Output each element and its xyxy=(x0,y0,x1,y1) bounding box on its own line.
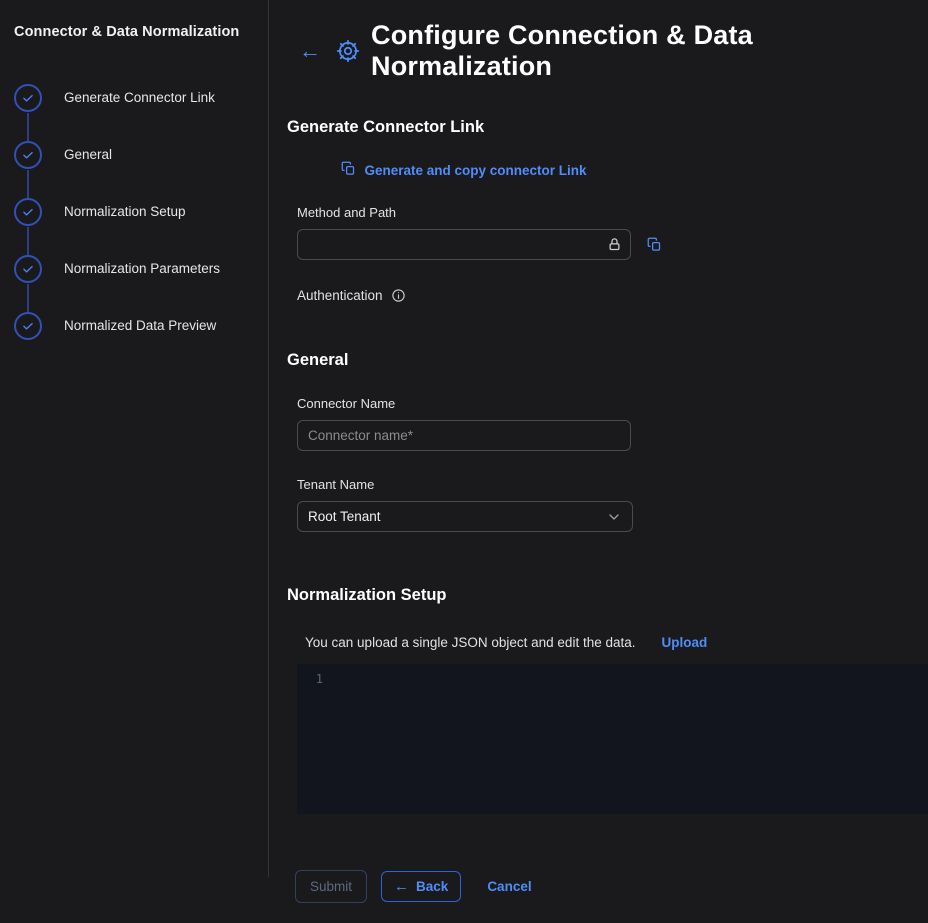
app-root: Connector & Data Normalization Generate … xyxy=(0,0,928,877)
chevron-down-icon xyxy=(606,509,622,525)
upload-link[interactable]: Upload xyxy=(662,635,708,650)
step-label: Generate Connector Link xyxy=(64,84,215,112)
stepper-step-generate-connector-link[interactable]: Generate Connector Link xyxy=(14,84,254,141)
copy-icon xyxy=(341,161,356,179)
tenant-name-select[interactable]: Root Tenant xyxy=(297,501,633,532)
page-header: ← Configure Connection & Data Normalizat… xyxy=(295,20,928,82)
back-arrow-button[interactable]: ← xyxy=(295,38,325,64)
json-editor[interactable]: 1 xyxy=(297,664,928,814)
editor-line-number: 1 xyxy=(297,664,333,814)
step-check-icon xyxy=(14,198,42,226)
stepper-step-normalization-setup[interactable]: Normalization Setup xyxy=(14,198,254,255)
method-and-path-input[interactable] xyxy=(297,229,631,260)
step-label: Normalization Setup xyxy=(64,198,186,226)
method-and-path-label: Method and Path xyxy=(297,205,928,220)
back-button[interactable]: ← Back xyxy=(381,871,461,902)
sidebar-title: Connector & Data Normalization xyxy=(14,24,254,40)
stepper: Generate Connector Link General Normaliz… xyxy=(14,84,254,340)
step-check-icon xyxy=(14,255,42,283)
editor-content[interactable] xyxy=(333,664,928,814)
step-label: General xyxy=(64,141,112,169)
authentication-label: Authentication xyxy=(297,288,383,303)
sidebar: Connector & Data Normalization Generate … xyxy=(0,0,269,877)
tenant-name-label: Tenant Name xyxy=(297,477,928,492)
stepper-step-normalized-data-preview[interactable]: Normalized Data Preview xyxy=(14,312,254,340)
step-label: Normalization Parameters xyxy=(64,255,220,283)
lock-icon xyxy=(607,237,622,252)
upload-hint-text: You can upload a single JSON object and … xyxy=(305,635,636,650)
upload-hint-row: You can upload a single JSON object and … xyxy=(305,635,928,650)
generate-section-title: Generate Connector Link xyxy=(287,118,928,137)
tenant-name-value: Root Tenant xyxy=(308,509,381,524)
step-check-icon xyxy=(14,141,42,169)
connector-name-input[interactable] xyxy=(297,420,631,451)
step-check-icon xyxy=(14,312,42,340)
connector-name-input-wrap xyxy=(297,420,631,451)
step-connector-line xyxy=(27,227,29,255)
step-check-icon xyxy=(14,84,42,112)
info-icon[interactable] xyxy=(391,288,406,303)
back-arrow-icon: ← xyxy=(394,879,409,894)
cancel-link[interactable]: Cancel xyxy=(487,879,531,894)
section-generate-connector-link: Generate Connector Link Generate and cop… xyxy=(287,118,928,303)
generate-and-copy-link[interactable]: Generate and copy connector Link xyxy=(297,161,631,179)
method-and-path-input-wrap xyxy=(297,229,631,260)
method-and-path-row xyxy=(287,229,928,260)
section-normalization-setup: Normalization Setup You can upload a sin… xyxy=(287,586,928,814)
authentication-row: Authentication xyxy=(297,288,928,303)
connector-gear-icon xyxy=(335,38,361,64)
copy-method-path-icon[interactable] xyxy=(647,237,662,252)
submit-button[interactable]: Submit xyxy=(295,870,367,903)
stepper-step-general[interactable]: General xyxy=(14,141,254,198)
step-connector-line xyxy=(27,170,29,198)
normalization-section-title: Normalization Setup xyxy=(287,586,928,605)
back-button-label: Back xyxy=(416,879,448,894)
connector-name-row xyxy=(287,420,928,451)
connector-name-label: Connector Name xyxy=(297,396,928,411)
page-title: Configure Connection & Data Normalizatio… xyxy=(371,20,928,82)
general-section-title: General xyxy=(287,351,928,370)
section-general: General Connector Name Tenant Name Root … xyxy=(287,351,928,532)
footer-actions: Submit ← Back Cancel xyxy=(295,870,928,923)
stepper-step-normalization-parameters[interactable]: Normalization Parameters xyxy=(14,255,254,312)
main-content: ← Configure Connection & Data Normalizat… xyxy=(269,0,928,877)
step-connector-line xyxy=(27,113,29,141)
step-connector-line xyxy=(27,284,29,312)
generate-and-copy-link-label: Generate and copy connector Link xyxy=(364,163,586,178)
step-label: Normalized Data Preview xyxy=(64,312,216,340)
